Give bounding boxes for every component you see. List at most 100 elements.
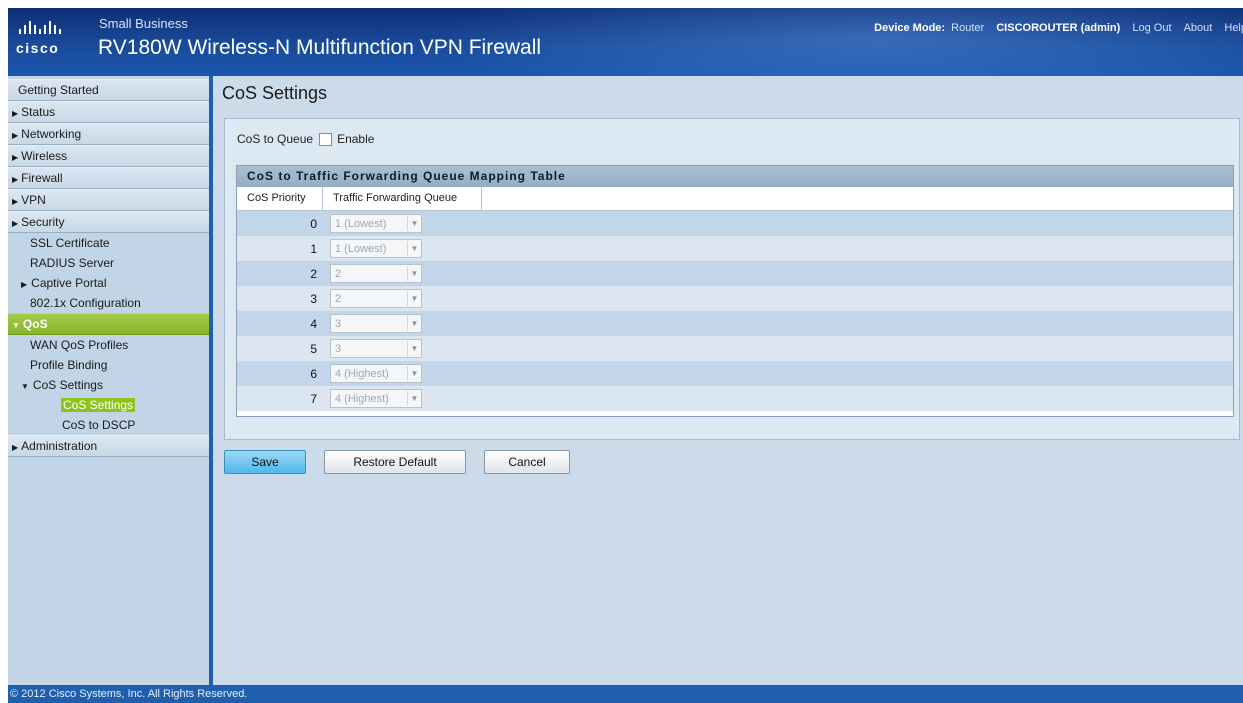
product-title: RV180W Wireless-N Multifunction VPN Fire… bbox=[98, 36, 542, 59]
sidebar-item-status[interactable]: ▶ Status bbox=[8, 101, 209, 123]
triangle-down-icon: ▼ bbox=[21, 382, 29, 391]
settings-panel: CoS to Queue Enable CoS to Traffic Forwa… bbox=[224, 118, 1240, 440]
triangle-right-icon: ▶ bbox=[12, 131, 19, 140]
queue-select-value: 2 bbox=[335, 267, 342, 280]
sidebar-item-networking[interactable]: ▶ Networking bbox=[8, 123, 209, 145]
sidebar-item-firewall[interactable]: ▶ Firewall bbox=[8, 167, 209, 189]
queue-select-value: 1 (Lowest) bbox=[335, 242, 387, 255]
queue-select[interactable]: 3 ▼ bbox=[330, 339, 422, 358]
triangle-right-icon: ▶ bbox=[21, 280, 28, 289]
triangle-right-icon: ▶ bbox=[12, 109, 19, 118]
chevron-down-icon: ▼ bbox=[407, 391, 421, 406]
cisco-bars-icon bbox=[19, 18, 96, 34]
sidebar-item-cos-settings[interactable]: CoS Settings bbox=[8, 395, 209, 415]
enable-label: Enable bbox=[337, 132, 375, 146]
triangle-right-icon: ▶ bbox=[12, 197, 19, 206]
chevron-down-icon: ▼ bbox=[407, 216, 421, 231]
device-mode-label: Device Mode: bbox=[874, 22, 946, 34]
chevron-down-icon: ▼ bbox=[407, 291, 421, 306]
header: cisco Small Business RV180W Wireless-N M… bbox=[8, 8, 1243, 76]
sidebar: Getting Started ▶ Status ▶ Networking ▶ Wir… bbox=[8, 76, 209, 685]
queue-select[interactable]: 4 (Highest) ▼ bbox=[330, 364, 422, 383]
sidebar-item-profile-binding[interactable]: Profile Binding bbox=[8, 355, 209, 375]
user-label: CISCOROUTER (admin) bbox=[996, 22, 1121, 34]
table-row: 0 1 (Lowest) ▼ bbox=[237, 211, 1233, 236]
sidebar-item-security[interactable]: ▶ Security bbox=[8, 211, 209, 233]
table-row: 2 2 ▼ bbox=[237, 261, 1233, 286]
cos-priority-cell: 4 bbox=[310, 316, 317, 331]
device-mode-value: Router bbox=[951, 22, 985, 34]
cos-to-queue-row: CoS to Queue Enable bbox=[237, 132, 374, 146]
cos-priority-cell: 3 bbox=[310, 291, 317, 306]
sidebar-item-qos[interactable]: ▼ QoS bbox=[8, 313, 209, 335]
table-title: CoS to Traffic Forwarding Queue Mapping … bbox=[237, 166, 1233, 187]
queue-select[interactable]: 4 (Highest) ▼ bbox=[330, 389, 422, 408]
queue-select-value: 2 bbox=[335, 292, 342, 305]
cos-priority-cell: 2 bbox=[310, 266, 317, 281]
main-content: CoS Settings CoS to Queue Enable CoS to … bbox=[213, 76, 1243, 685]
sidebar-item-cos-to-dscp[interactable]: CoS to DSCP bbox=[8, 415, 209, 435]
queue-select-value: 3 bbox=[335, 342, 342, 355]
queue-select[interactable]: 1 (Lowest) ▼ bbox=[330, 214, 422, 233]
logout-link[interactable]: Log Out bbox=[1132, 22, 1171, 34]
table-body: 01 (Lowest) ▼ 1 1 (Lowest) ▼ 2 2 ▼ 3 2 ▼ 4 3 ▼ 5 3 ▼ 6 4 (… bbox=[237, 211, 1233, 411]
header-swoosh bbox=[428, 8, 1243, 76]
sidebar-item-cos-settings-group[interactable]: ▼ CoS Settings bbox=[8, 375, 209, 395]
sidebar-item-captive-portal[interactable]: ▶ Captive Portal bbox=[8, 273, 209, 293]
cisco-wordmark: cisco bbox=[16, 40, 60, 56]
queue-select-value: 3 bbox=[335, 317, 342, 330]
chevron-down-icon: ▼ bbox=[407, 241, 421, 256]
queue-select[interactable]: 2 ▼ bbox=[330, 264, 422, 283]
cos-priority-cell: 5 bbox=[310, 341, 317, 356]
table-header: CoS Priority Traffic Forwarding Queue bbox=[237, 187, 1233, 211]
sidebar-item-administration[interactable]: ▶ Administration bbox=[8, 435, 209, 457]
top-nav: Device Mode: Router CISCOROUTER (admin) … bbox=[874, 22, 1243, 34]
sidebar-item-wan-qos-profiles[interactable]: WAN QoS Profiles bbox=[8, 335, 209, 355]
about-link[interactable]: About bbox=[1184, 22, 1213, 34]
triangle-right-icon: ▶ bbox=[12, 219, 19, 228]
cos-priority-cell: 0 bbox=[310, 216, 317, 231]
sidebar-item-8021x[interactable]: 802.1x Configuration bbox=[8, 293, 209, 313]
queue-select[interactable]: 3 ▼ bbox=[330, 314, 422, 333]
cos-priority-cell: 1 bbox=[310, 241, 317, 256]
table-row: 6 4 (Highest) ▼ bbox=[237, 361, 1233, 386]
triangle-right-icon: ▶ bbox=[12, 443, 19, 452]
column-header-priority: CoS Priority bbox=[237, 187, 323, 210]
cos-to-queue-label: CoS to Queue bbox=[237, 132, 314, 146]
page-title: CoS Settings bbox=[222, 83, 328, 103]
sidebar-item-vpn[interactable]: ▶ VPN bbox=[8, 189, 209, 211]
queue-select-value: 4 (Highest) bbox=[335, 392, 389, 405]
small-business-label: Small Business bbox=[99, 16, 188, 31]
chevron-down-icon: ▼ bbox=[407, 316, 421, 331]
chevron-down-icon: ▼ bbox=[407, 341, 421, 356]
queue-select-value: 1 (Lowest) bbox=[335, 217, 387, 230]
sidebar-item-wireless[interactable]: ▶ Wireless bbox=[8, 145, 209, 167]
queue-select-value: 4 (Highest) bbox=[335, 367, 389, 380]
sidebar-item-getting-started[interactable]: Getting Started bbox=[8, 79, 209, 101]
table-row: 4 3 ▼ bbox=[237, 311, 1233, 336]
footer: © 2012 Cisco Systems, Inc. All Rights Re… bbox=[8, 685, 1243, 703]
sidebar-item-ssl-certificate[interactable]: SSL Certificate bbox=[8, 233, 209, 253]
queue-select[interactable]: 2 ▼ bbox=[330, 289, 422, 308]
chevron-down-icon: ▼ bbox=[407, 266, 421, 281]
table-row: 7 4 (Highest) ▼ bbox=[237, 386, 1233, 411]
chevron-down-icon: ▼ bbox=[407, 366, 421, 381]
sidebar-item-radius-server[interactable]: RADIUS Server bbox=[8, 253, 209, 273]
column-header-queue: Traffic Forwarding Queue bbox=[323, 187, 482, 210]
triangle-right-icon: ▶ bbox=[12, 153, 19, 162]
cos-priority-cell: 6 bbox=[310, 366, 317, 381]
queue-select[interactable]: 1 (Lowest) ▼ bbox=[330, 239, 422, 258]
cancel-button[interactable]: Cancel bbox=[484, 450, 570, 474]
mapping-table: CoS to Traffic Forwarding Queue Mapping … bbox=[236, 165, 1234, 417]
cisco-logo: cisco bbox=[16, 18, 96, 62]
triangle-right-icon: ▶ bbox=[12, 175, 19, 184]
save-button[interactable]: Save bbox=[224, 450, 306, 474]
triangle-down-icon: ▼ bbox=[12, 321, 20, 330]
restore-default-button[interactable]: Restore Default bbox=[324, 450, 466, 474]
enable-checkbox[interactable] bbox=[319, 132, 333, 146]
cos-priority-cell: 7 bbox=[310, 391, 317, 406]
table-row: 3 2 ▼ bbox=[237, 286, 1233, 311]
help-link[interactable]: Help bbox=[1224, 22, 1243, 34]
sidebar-nav: Getting Started ▶ Status ▶ Networking ▶ Wir… bbox=[8, 76, 209, 457]
table-row: 1 1 (Lowest) ▼ bbox=[237, 236, 1233, 261]
